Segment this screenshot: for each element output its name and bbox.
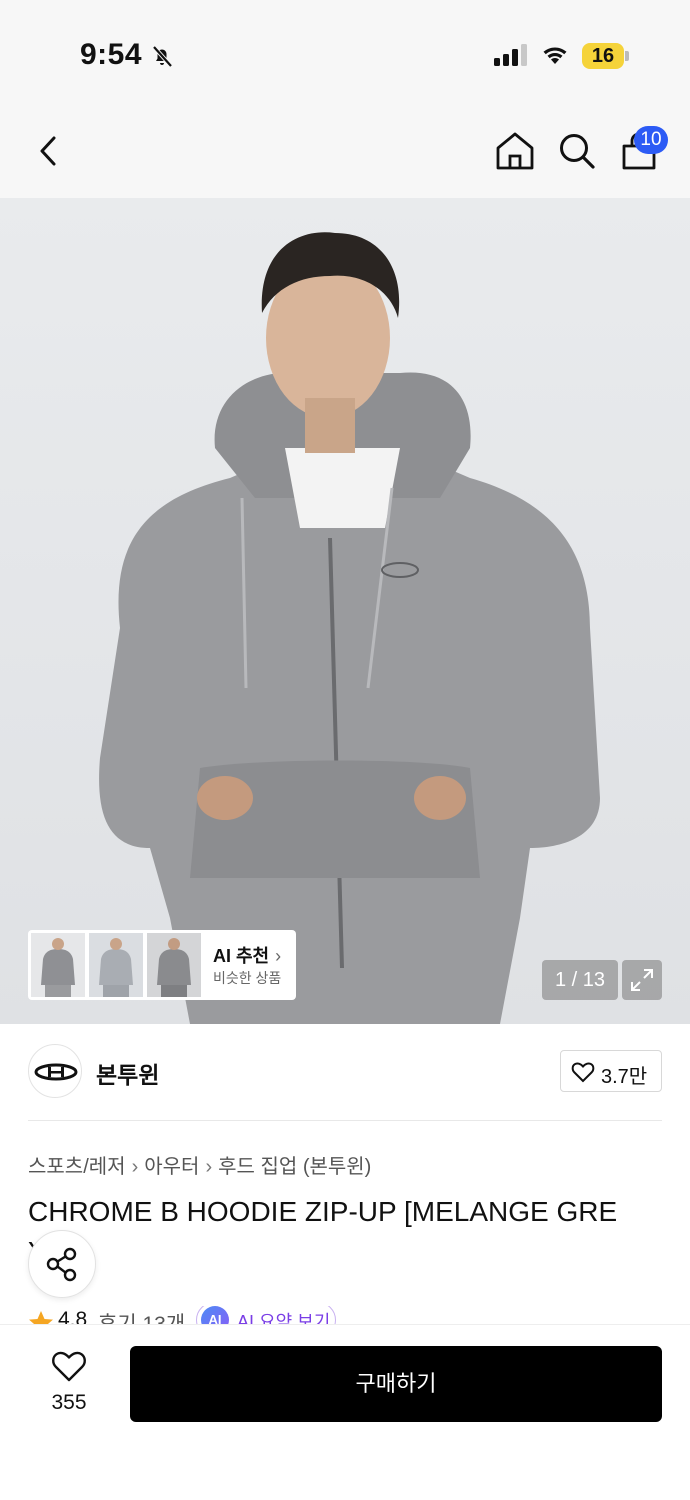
battery-tip <box>625 51 629 61</box>
breadcrumb-item[interactable]: 스포츠/레저 <box>28 1150 126 1179</box>
brand-like-button[interactable]: 3.7만 <box>560 1050 662 1092</box>
wishlist-count: 355 <box>51 1391 87 1414</box>
similar-product-thumb[interactable] <box>89 933 143 997</box>
similar-product-thumb[interactable] <box>147 933 201 997</box>
breadcrumb: 스포츠/레저 › 아우터 › 후드 집업 (본투윈) <box>28 1150 371 1179</box>
divider <box>28 1120 662 1121</box>
expand-icon <box>631 969 653 991</box>
ai-summary-badge: AI <box>201 1306 229 1326</box>
similar-product-thumb[interactable] <box>31 933 85 997</box>
battery-level: 16 <box>591 45 615 67</box>
image-page-counter: 1 / 13 <box>542 960 618 1000</box>
wifi-icon <box>543 47 567 64</box>
search-icon[interactable] <box>556 130 598 172</box>
back-arrow-icon[interactable] <box>30 130 70 172</box>
rating-row: 4.8 후기 13개 AI AI 요약 보기 <box>28 1306 688 1326</box>
ai-summary-button[interactable]: AI AI 요약 보기 <box>196 1306 336 1326</box>
brand-name[interactable]: 본투윈 <box>96 1056 159 1090</box>
status-bar: 9:54 16 <box>0 0 690 100</box>
top-navigation: 10 <box>0 100 690 198</box>
chevron-right-icon: › <box>275 946 282 966</box>
buy-button[interactable]: 구매하기 <box>130 1346 662 1422</box>
brand-like-count: 3.7만 <box>601 1066 648 1088</box>
product-title: CHROME B HOODIE ZIP-UP [MELANGE GRE <box>28 1196 618 1227</box>
expand-image-button[interactable] <box>622 960 662 1000</box>
chevron-right-icon: › <box>205 1156 213 1178</box>
ai-recommend-subtitle: 비슷한 상품 <box>213 970 282 986</box>
wishlist-button[interactable]: 355 <box>30 1349 108 1429</box>
cart-count-badge: 10 <box>634 126 668 154</box>
status-time: 9:54 <box>80 38 143 71</box>
ai-recommend-title: AI 추천 › <box>213 946 282 966</box>
heart-icon <box>571 1062 595 1083</box>
share-icon <box>46 1247 77 1282</box>
bell-muted-icon <box>152 45 173 68</box>
model-photo-illustration <box>99 232 601 1024</box>
share-button[interactable] <box>28 1230 96 1298</box>
bottom-action-bar: 355 구매하기 <box>0 1324 690 1500</box>
home-icon[interactable] <box>494 130 536 172</box>
chevron-right-icon: › <box>131 1156 139 1178</box>
breadcrumb-item[interactable]: 아우터 <box>144 1150 199 1179</box>
ai-recommend-card[interactable]: AI 추천 › 비슷한 상품 <box>28 930 296 1000</box>
product-image[interactable] <box>0 198 690 1024</box>
cellular-signal-icon <box>494 44 527 66</box>
heart-icon <box>52 1351 86 1382</box>
brand-logo-mark <box>34 1063 78 1081</box>
battery-indicator: 16 <box>582 43 629 69</box>
breadcrumb-item[interactable]: 후드 집업 (본투윈) <box>218 1150 371 1179</box>
brand-logo[interactable] <box>28 1044 82 1098</box>
